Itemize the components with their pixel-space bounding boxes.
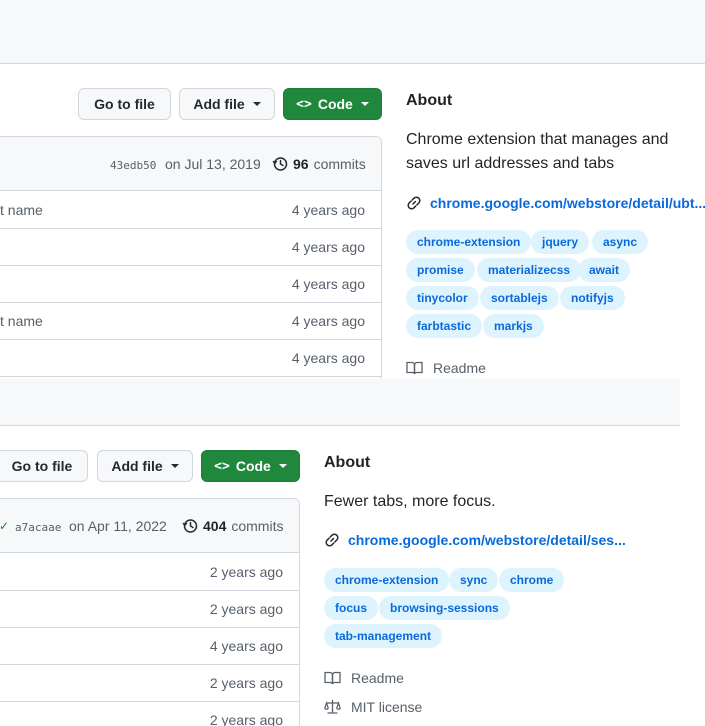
readme-label[interactable]: Readme xyxy=(433,360,486,376)
check-icon: ✓ xyxy=(0,519,10,533)
book-icon xyxy=(406,361,423,375)
commit-message[interactable]: ct name xyxy=(0,202,43,218)
latest-commit-bar: 43edb50 on Jul 13, 2019 96 commits xyxy=(0,137,381,191)
topic-tag[interactable]: notifyjs xyxy=(560,286,625,310)
file-age: 4 years ago xyxy=(291,276,365,292)
commits-link[interactable]: 404 commits xyxy=(182,518,283,534)
link-icon xyxy=(325,533,339,547)
commit-count: 404 xyxy=(203,518,227,534)
add-file-button[interactable]: Add file xyxy=(97,450,193,482)
table-row[interactable]: 2 years ago xyxy=(0,591,299,628)
repo1-screenshot-panel: Go to file Add file <> Code 43edb50 on J… xyxy=(0,0,705,380)
table-row[interactable]: 2 years ago xyxy=(0,702,299,726)
add-file-label: Add file xyxy=(193,96,245,112)
code-icon: <> xyxy=(214,458,230,474)
caret-down-icon xyxy=(170,464,179,468)
file-age: 2 years ago xyxy=(209,712,283,726)
table-row[interactable]: 4 years ago xyxy=(0,340,381,377)
go-to-file-label: Go to file xyxy=(94,96,155,112)
topic-tag[interactable]: tab-management xyxy=(324,624,443,648)
table-row[interactable]: 2 years ago xyxy=(0,554,299,591)
readme-link[interactable]: Readme xyxy=(406,360,486,376)
file-age: 4 years ago xyxy=(291,239,365,255)
repo-description: Fewer tabs, more focus. xyxy=(324,493,496,510)
topic-tag[interactable]: promise xyxy=(406,258,475,282)
commit-count-label: commits xyxy=(231,518,284,534)
caret-down-icon xyxy=(278,464,287,468)
scale-icon xyxy=(324,699,341,714)
table-row[interactable]: 4 years ago xyxy=(0,628,299,665)
homepage-link[interactable]: chrome.google.com/webstore/detail/ses... xyxy=(324,532,626,548)
file-age: 2 years ago xyxy=(209,601,283,617)
file-age: 2 years ago xyxy=(209,564,283,580)
file-age: 4 years ago xyxy=(291,313,365,329)
repo2-file-list: ✓ a7acaae on Apr 11, 2022 404 commits 2 … xyxy=(0,498,300,726)
history-icon xyxy=(182,519,198,533)
code-label: Code xyxy=(235,458,271,474)
add-file-label: Add file xyxy=(111,458,163,474)
topic-tag[interactable]: sortablejs xyxy=(480,286,559,310)
go-to-file-button[interactable]: Go to file xyxy=(0,450,88,482)
homepage-link-text[interactable]: chrome.google.com/webstore/detail/ubt... xyxy=(430,195,705,211)
topic-tag[interactable]: focus xyxy=(324,596,379,620)
go-to-file-label: Go to file xyxy=(11,458,73,474)
table-row[interactable]: 2 years ago xyxy=(0,665,299,702)
history-icon xyxy=(272,157,288,171)
topic-tag[interactable]: materializecss xyxy=(477,258,582,282)
about-heading: About xyxy=(324,454,371,471)
repo1-header-bar xyxy=(0,0,705,64)
homepage-link-text[interactable]: chrome.google.com/webstore/detail/ses... xyxy=(348,532,626,548)
latest-commit-bar: ✓ a7acaae on Apr 11, 2022 404 commits xyxy=(0,499,299,553)
code-label: Code xyxy=(317,96,353,112)
repo1-file-list: 43edb50 on Jul 13, 2019 96 commits ct na… xyxy=(0,136,382,380)
topic-tag[interactable]: markjs xyxy=(483,314,544,338)
file-age: 4 years ago xyxy=(291,202,365,218)
commit-date: on Apr 11, 2022 xyxy=(69,518,167,534)
go-to-file-button[interactable]: Go to file xyxy=(78,88,171,120)
topic-tag[interactable]: chrome-extension xyxy=(406,230,532,254)
table-row[interactable]: 4 years ago xyxy=(0,266,381,303)
table-row[interactable]: ct name 4 years ago xyxy=(0,303,381,340)
topic-tag[interactable]: await xyxy=(578,258,631,282)
code-icon: <> xyxy=(296,96,312,112)
license-label[interactable]: MIT license xyxy=(351,699,422,715)
table-row[interactable]: 4 years ago xyxy=(0,229,381,266)
commit-hash[interactable]: a7acaae xyxy=(15,521,61,534)
topic-tag[interactable]: tinycolor xyxy=(406,286,479,310)
commit-message[interactable]: ct name xyxy=(0,313,43,329)
commit-hash[interactable]: 43edb50 xyxy=(110,159,156,172)
repo2-header-bar xyxy=(0,379,680,426)
commit-count: 96 xyxy=(293,156,309,172)
license-link[interactable]: MIT license xyxy=(324,699,422,715)
file-age: 4 years ago xyxy=(291,350,365,366)
topic-tag[interactable]: async xyxy=(592,230,649,254)
repo2-screenshot-panel: Go to file Add file <> Code ✓ a7acaae on… xyxy=(0,379,680,726)
topic-tag[interactable]: sync xyxy=(449,568,499,592)
readme-label[interactable]: Readme xyxy=(351,670,404,686)
homepage-link[interactable]: chrome.google.com/webstore/detail/ubt... xyxy=(406,195,705,211)
code-button[interactable]: <> Code xyxy=(283,88,382,120)
topic-tag[interactable]: chrome xyxy=(499,568,565,592)
about-heading: About xyxy=(406,92,453,109)
topic-tag[interactable]: chrome-extension xyxy=(324,568,450,592)
caret-down-icon xyxy=(252,102,261,106)
repo-description: Chrome extension that manages and saves … xyxy=(406,131,669,172)
table-row[interactable]: ct name 4 years ago xyxy=(0,192,381,229)
book-icon xyxy=(324,671,341,685)
commit-date: on Jul 13, 2019 xyxy=(165,156,261,172)
commit-count-label: commits xyxy=(313,156,366,172)
link-icon xyxy=(407,196,421,210)
readme-link[interactable]: Readme xyxy=(324,670,404,686)
commits-link[interactable]: 96 commits xyxy=(272,156,366,172)
add-file-button[interactable]: Add file xyxy=(179,88,275,120)
file-age: 4 years ago xyxy=(209,638,283,654)
topic-tag[interactable]: farbtastic xyxy=(406,314,483,338)
topic-tag[interactable]: jquery xyxy=(531,230,590,254)
file-age: 2 years ago xyxy=(209,675,283,691)
caret-down-icon xyxy=(360,102,369,106)
code-button[interactable]: <> Code xyxy=(201,450,300,482)
topic-tag[interactable]: browsing-sessions xyxy=(379,596,510,620)
